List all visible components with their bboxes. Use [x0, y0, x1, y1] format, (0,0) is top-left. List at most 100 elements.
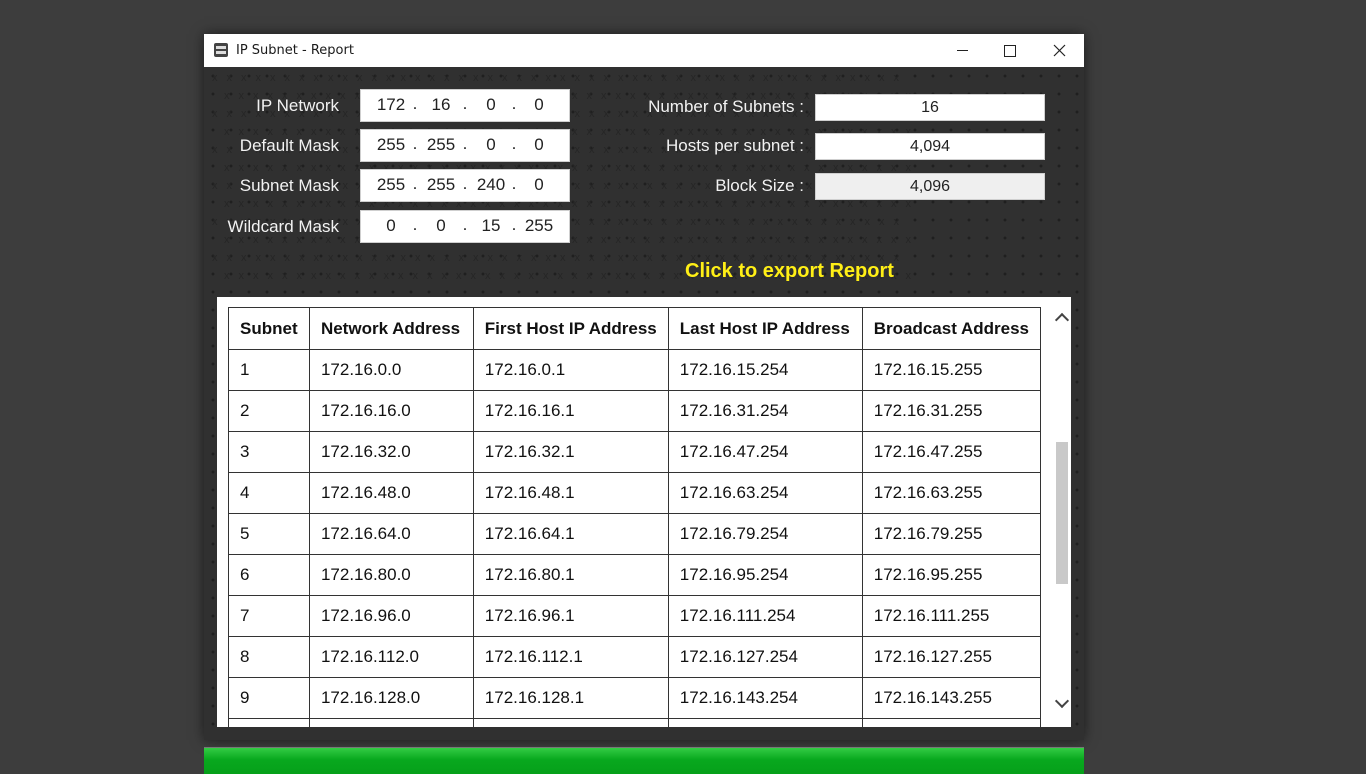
cell-first-host: 172.16.128.1	[472, 677, 669, 719]
hosts-per-subnet-input[interactable]: 4,094	[815, 133, 1045, 160]
wildcard-mask-label: Wildcard Mask	[227, 217, 339, 236]
cell-network-address: 172.16.96.0	[308, 595, 474, 637]
table-row: 5 172.16.64.0 172.16.64.1 172.16.79.254 …	[228, 513, 1042, 555]
octet-separator: .	[462, 174, 468, 193]
maximize-icon	[1004, 44, 1016, 57]
scroll-up-button[interactable]	[1052, 307, 1071, 327]
subnet-report-table: Subnet Network Address First Host IP Add…	[228, 307, 1042, 727]
default-mask-octet-4[interactable]: 0	[519, 135, 559, 155]
cell-first-host: 172.16.80.1	[472, 554, 669, 596]
cell-last-host: 172.16.31.254	[667, 390, 863, 432]
subnet-mask-field[interactable]: 255 . 255 . 240 . 0	[360, 169, 570, 202]
table-row: 4 172.16.48.0 172.16.48.1 172.16.63.254 …	[228, 472, 1042, 514]
default-mask-octet-1[interactable]: 255	[371, 135, 411, 155]
octet-separator: .	[412, 134, 418, 153]
cell-first-host: 172.16.0.1	[472, 349, 669, 391]
cell-last-host: 172.16.95.254	[667, 554, 863, 596]
close-icon	[1053, 44, 1065, 57]
table-row: 1 172.16.0.0 172.16.0.1 172.16.15.254 17…	[228, 349, 1042, 391]
ip-network-octet-4[interactable]: 0	[519, 95, 559, 115]
scroll-thumb[interactable]	[1056, 442, 1068, 584]
app-window: IP Subnet - Report xxxxxxxxxxxxxxxxxxxxx…	[204, 34, 1084, 774]
cell-network-address: 172.16.48.0	[308, 472, 474, 514]
cell-network-address: 172.16.128.0	[308, 677, 474, 719]
cell-subnet: 3	[228, 431, 310, 473]
num-subnets-label: Number of Subnets :	[648, 97, 804, 116]
octet-separator: .	[511, 215, 517, 234]
block-size-value: 4,096	[815, 173, 1045, 200]
cell-last-host: 172.16.127.254	[667, 636, 863, 678]
octet-separator: .	[462, 215, 468, 234]
cell-first-host: 172.16.16.1	[472, 390, 669, 432]
maximize-button[interactable]	[987, 34, 1033, 67]
ip-network-label: IP Network	[256, 96, 339, 115]
subnet-mask-label: Subnet Mask	[239, 176, 339, 195]
column-header-network-address: Network Address	[308, 307, 474, 350]
table-row: 8 172.16.112.0 172.16.112.1 172.16.127.2…	[228, 636, 1042, 678]
chevron-down-icon	[1054, 693, 1069, 708]
cell-first-host: 172.16.96.1	[472, 595, 669, 637]
octet-separator: .	[412, 174, 418, 193]
vertical-scrollbar[interactable]	[1052, 297, 1071, 727]
cell-network-address: 172.16.16.0	[308, 390, 474, 432]
table-row: 9 172.16.128.0 172.16.128.1 172.16.143.2…	[228, 677, 1042, 719]
subnet-mask-octet-1[interactable]: 255	[371, 175, 411, 195]
cell-broadcast-address: 172.16.143.255	[861, 677, 1042, 719]
column-header-last-host: Last Host IP Address	[667, 307, 863, 350]
cell-network-address: 172.16.80.0	[308, 554, 474, 596]
column-header-first-host: First Host IP Address	[472, 307, 669, 350]
wildcard-mask-octet-1[interactable]: 0	[371, 216, 411, 236]
octet-separator: .	[462, 134, 468, 153]
cell-subnet: 1	[228, 349, 310, 391]
octet-separator: .	[511, 94, 517, 113]
scroll-down-button[interactable]	[1052, 693, 1071, 713]
report-table-panel: Subnet Network Address First Host IP Add…	[217, 297, 1071, 727]
default-mask-octet-3[interactable]: 0	[471, 135, 511, 155]
cell-last-host: 172.16.15.254	[667, 349, 863, 391]
cell-network-address: 172.16.112.0	[308, 636, 474, 678]
cell-broadcast-address: 172.16.15.255	[861, 349, 1042, 391]
title-bar[interactable]: IP Subnet - Report	[204, 34, 1084, 67]
octet-separator: .	[511, 134, 517, 153]
wildcard-mask-octet-4[interactable]: 255	[519, 216, 559, 236]
close-button[interactable]	[1036, 34, 1082, 67]
chevron-up-icon	[1054, 312, 1069, 327]
wildcard-mask-octet-2[interactable]: 0	[421, 216, 461, 236]
hosts-per-subnet-label: Hosts per subnet :	[666, 136, 804, 155]
num-subnets-input[interactable]: 16	[815, 94, 1045, 121]
wildcard-mask-field[interactable]: 0 . 0 . 15 . 255	[360, 210, 570, 243]
block-size-label: Block Size :	[715, 176, 804, 195]
subnet-mask-octet-3[interactable]: 240	[471, 175, 511, 195]
wildcard-mask-octet-3[interactable]: 15	[471, 216, 511, 236]
ip-network-octet-1[interactable]: 172	[371, 95, 411, 115]
table-row: 7 172.16.96.0 172.16.96.1 172.16.111.254…	[228, 595, 1042, 637]
table-header-row: Subnet Network Address First Host IP Add…	[228, 307, 1042, 350]
cell-network-address: 172.16.32.0	[308, 431, 474, 473]
cell-last-host: 172.16.143.254	[667, 677, 863, 719]
minimize-button[interactable]	[939, 34, 985, 67]
cell-first-host: 172.16.48.1	[472, 472, 669, 514]
ip-network-field[interactable]: 172 . 16 . 0 . 0	[360, 89, 570, 122]
cell-first-host: 172.16.64.1	[472, 513, 669, 555]
cell-broadcast-address: 172.16.127.255	[861, 636, 1042, 678]
default-mask-octet-2[interactable]: 255	[421, 135, 461, 155]
default-mask-field[interactable]: 255 . 255 . 0 . 0	[360, 129, 570, 162]
export-report-link[interactable]: Click to export Report	[685, 260, 894, 283]
octet-separator: .	[412, 215, 418, 234]
cell-subnet: 7	[228, 595, 310, 637]
cell-subnet: 2	[228, 390, 310, 432]
main-panel: xxxxxxxxxxxxxxxxxxxxxxxxxxxxxxxxxxxxxxxx…	[204, 67, 1084, 774]
cell-broadcast-address: 172.16.95.255	[861, 554, 1042, 596]
cell-last-host: 172.16.47.254	[667, 431, 863, 473]
cell-last-host: 172.16.111.254	[667, 595, 863, 637]
subnet-mask-octet-2[interactable]: 255	[421, 175, 461, 195]
subnet-mask-octet-4[interactable]: 0	[519, 175, 559, 195]
table-row	[228, 718, 1042, 727]
ip-network-octet-2[interactable]: 16	[421, 95, 461, 115]
cell-subnet: 6	[228, 554, 310, 596]
progress-bar	[204, 747, 1084, 774]
app-icon	[214, 43, 228, 57]
ip-network-octet-3[interactable]: 0	[471, 95, 511, 115]
cell-broadcast-address: 172.16.63.255	[861, 472, 1042, 514]
cell-broadcast-address: 172.16.111.255	[861, 595, 1042, 637]
